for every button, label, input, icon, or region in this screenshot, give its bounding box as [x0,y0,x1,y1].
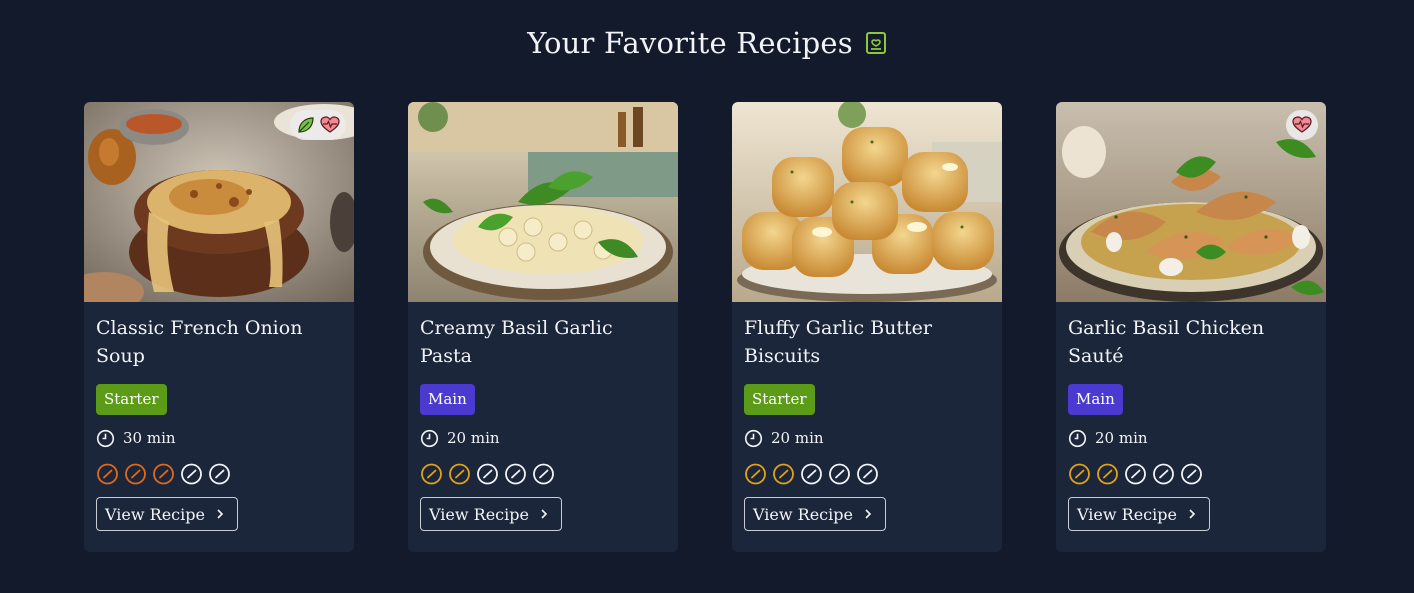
difficulty-rating [420,463,666,485]
chevron-right-icon [865,509,872,519]
chevron-right-icon [541,509,548,519]
recipe-image[interactable] [84,102,354,302]
recipe-card[interactable]: Garlic Basil Chicken Sauté Main 20 min V… [1056,102,1326,552]
difficulty-gauge-icon-filled [773,463,794,485]
page-header: Your Favorite Recipes [0,26,1414,60]
difficulty-rating [1068,463,1314,485]
chevron-right-icon [217,509,224,519]
card-body: Classic French Onion Soup Starter 30 min… [84,302,354,531]
vegetarian-leaf-icon [298,117,314,133]
difficulty-gauge-icon-filled [153,463,174,485]
difficulty-gauge-icon-filled [1069,463,1090,485]
difficulty-gauge-icon-empty [857,463,878,485]
clock-icon [744,429,763,447]
recipe-title: Fluffy Garlic Butter Biscuits [744,317,932,367]
difficulty-gauge-icon-filled [745,463,766,485]
cook-time-value: 20 min [447,429,500,447]
recipe-card[interactable]: Classic French Onion Soup Starter 30 min… [84,102,354,552]
card-body: Fluffy Garlic Butter Biscuits Starter 20… [732,302,1002,531]
recipe-card[interactable]: Fluffy Garlic Butter Biscuits Starter 20… [732,102,1002,552]
difficulty-gauge-icon-empty [477,463,498,485]
recipe-book-icon [865,31,887,55]
difficulty-gauge-icon-empty [209,463,230,485]
recipe-title: Garlic Basil Chicken Sauté [1068,317,1265,367]
view-recipe-button[interactable]: View Recipe [744,497,886,531]
cook-time-value: 20 min [771,429,824,447]
cook-time: 20 min [420,427,666,449]
difficulty-gauge-icon-filled [421,463,442,485]
cook-time: 30 min [96,427,342,449]
chevron-right-icon [1189,509,1196,519]
recipe-title: Creamy Basil Garlic Pasta [420,317,613,367]
view-recipe-label: View Recipe [753,504,853,524]
difficulty-gauge-icon-empty [801,463,822,485]
difficulty-gauge-icon-empty [505,463,526,485]
recipe-image[interactable] [1056,102,1326,302]
category-badge: Main [1068,384,1123,415]
category-badge: Starter [744,384,815,415]
card-body: Garlic Basil Chicken Sauté Main 20 min V… [1056,302,1326,531]
card-body: Creamy Basil Garlic Pasta Main 20 min Vi… [408,302,678,531]
view-recipe-button[interactable]: View Recipe [420,497,562,531]
view-recipe-button[interactable]: View Recipe [1068,497,1210,531]
recipe-card[interactable]: Creamy Basil Garlic Pasta Main 20 min Vi… [408,102,678,552]
difficulty-gauge-icon-empty [181,463,202,485]
cook-time: 20 min [744,427,990,449]
difficulty-gauge-icon-empty [1181,463,1202,485]
cook-time-value: 20 min [1095,429,1148,447]
difficulty-rating [744,463,990,485]
dietary-flags [290,110,346,140]
view-recipe-button[interactable]: View Recipe [96,497,238,531]
page-title: Your Favorite Recipes [527,26,853,60]
dietary-flags [1286,110,1318,140]
basil-garlic-pasta-photo [408,102,678,302]
difficulty-gauge-icon-filled [97,463,118,485]
difficulty-gauge-icon-filled [1097,463,1118,485]
garlic-basil-chicken-photo [1056,102,1326,302]
heart-health-icon [320,116,340,133]
recipe-image[interactable] [732,102,1002,302]
difficulty-gauge-icon-filled [449,463,470,485]
clock-icon [96,429,115,447]
difficulty-gauge-icon-empty [533,463,554,485]
category-badge: Main [420,384,475,415]
category-badge: Starter [96,384,167,415]
recipe-card-list: Classic French Onion Soup Starter 30 min… [84,102,1326,552]
cook-time: 20 min [1068,427,1314,449]
view-recipe-label: View Recipe [105,504,205,524]
garlic-butter-biscuits-photo [732,102,1002,302]
clock-icon [420,429,439,447]
cook-time-value: 30 min [123,429,176,447]
difficulty-rating [96,463,342,485]
recipe-title: Classic French Onion Soup [96,317,303,367]
difficulty-gauge-icon-empty [829,463,850,485]
difficulty-gauge-icon-filled [125,463,146,485]
view-recipe-label: View Recipe [1077,504,1177,524]
difficulty-gauge-icon-empty [1125,463,1146,485]
recipe-image[interactable] [408,102,678,302]
difficulty-gauge-icon-empty [1153,463,1174,485]
view-recipe-label: View Recipe [429,504,529,524]
heart-health-icon [1292,116,1312,133]
clock-icon [1068,429,1087,447]
